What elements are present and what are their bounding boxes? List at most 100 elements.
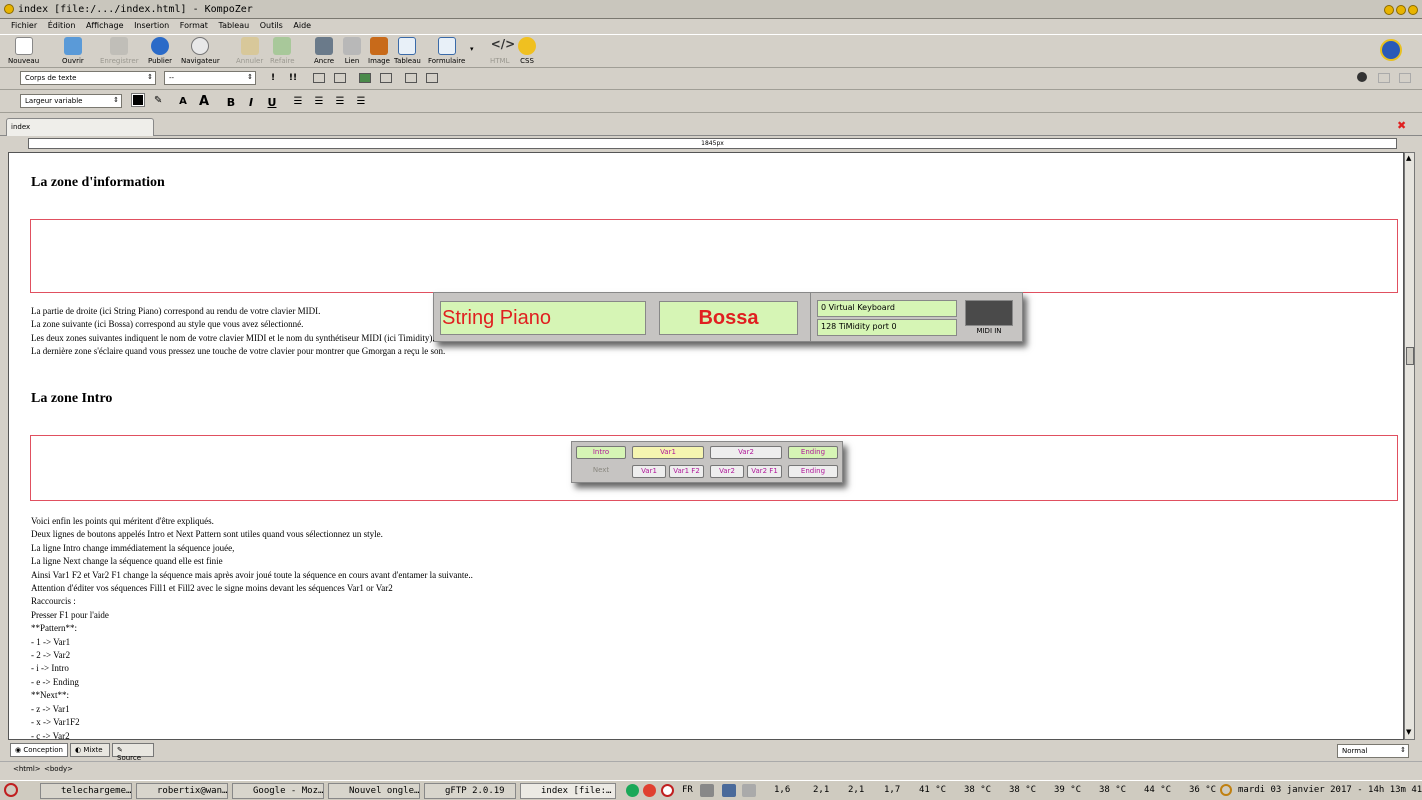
image-button[interactable]: Image <box>368 37 390 65</box>
redo-button[interactable]: Refaire <box>270 37 295 65</box>
menu-edition[interactable]: Édition <box>48 21 76 30</box>
network-icon[interactable] <box>722 784 736 797</box>
editor-canvas[interactable]: La zone d'information String Piano Bossa… <box>8 152 1404 740</box>
intro-image-frame[interactable]: Intro Var1 Var2 Ending Next Var1 Var1 F2… <box>30 435 1398 501</box>
task-firefox[interactable]: Google - Moz… <box>232 783 324 799</box>
menu-format[interactable]: Format <box>180 21 208 30</box>
browser-button[interactable]: Navigateur <box>181 37 220 65</box>
smaller-font-icon[interactable]: A <box>176 96 190 107</box>
eye-icon: ◉ <box>15 746 22 754</box>
window-title: index [file:/.../index.html] - KompoZer <box>18 4 253 15</box>
battery-icon[interactable] <box>742 784 756 797</box>
panel-divider <box>810 293 811 341</box>
highlight-pen-icon[interactable]: ✎ <box>154 95 162 106</box>
menu-outils[interactable]: Outils <box>260 21 283 30</box>
align-right-icon[interactable]: ☰ <box>333 96 347 107</box>
image-icon <box>369 37 388 55</box>
search-icon[interactable] <box>1220 784 1232 796</box>
menu-aide[interactable]: Aide <box>293 21 311 30</box>
link-button[interactable]: Lien <box>343 37 361 65</box>
numbered-list-icon[interactable] <box>313 73 325 83</box>
undo-button[interactable]: Annuler <box>236 37 263 65</box>
bold-icon[interactable]: B <box>224 96 238 109</box>
justify-icon[interactable]: ☰ <box>354 96 368 107</box>
menu-insertion[interactable]: Insertion <box>134 21 169 30</box>
start-menu-icon[interactable] <box>4 783 18 797</box>
html-tag-crumb[interactable]: <html> <box>13 765 41 773</box>
align-right-block-icon[interactable] <box>426 73 438 83</box>
open-button[interactable]: Ouvrir <box>62 37 84 65</box>
tab-conception[interactable]: ◉ Conception <box>10 743 68 757</box>
temp-sensor-4: 39 °C <box>1054 785 1082 795</box>
view-mode-select[interactable]: Normal ⇕ <box>1337 744 1409 758</box>
underline-icon[interactable]: U <box>265 96 279 109</box>
scroll-up-icon[interactable]: ▲ <box>1406 154 1411 162</box>
chrome-launcher-icon[interactable] <box>643 784 656 797</box>
align-left-icon[interactable]: ☰ <box>291 96 305 107</box>
task-chrome[interactable]: Nouvel ongle… <box>328 783 420 799</box>
close-icon[interactable] <box>1408 5 1418 15</box>
align-left-block-icon[interactable] <box>405 73 417 83</box>
class-style-select[interactable]: -- ⇕ <box>164 71 256 85</box>
anchor-button[interactable]: Ancre <box>314 37 334 65</box>
minimize-icon[interactable] <box>1384 5 1394 15</box>
clock-launcher-icon[interactable] <box>661 784 674 797</box>
task-gftp[interactable]: gFTP 2.0.19 <box>424 783 516 799</box>
align-center-icon[interactable]: ☰ <box>312 96 326 107</box>
temp-sensor-3: 38 °C <box>1009 785 1037 795</box>
table-button[interactable]: Tableau <box>394 37 421 65</box>
temp-sensor-5: 38 °C <box>1099 785 1127 795</box>
next-ending-button: Ending <box>788 465 838 478</box>
bullet-list-icon[interactable] <box>334 73 346 83</box>
next-var1f2-button: Var1 F2 <box>669 465 704 478</box>
strong-emphasis-icon[interactable]: ! <box>266 73 280 83</box>
tab-mixte[interactable]: ◐ Mixte <box>70 743 110 757</box>
keyboard-layout[interactable]: FR <box>682 785 693 795</box>
info-image-frame[interactable]: String Piano Bossa 0 Virtual Keyboard 12… <box>30 219 1398 342</box>
tab-index[interactable]: index <box>6 118 154 136</box>
scroll-down-icon[interactable]: ▼ <box>1406 728 1411 736</box>
scrollbar-thumb[interactable] <box>1406 347 1414 365</box>
menu-affichage[interactable]: Affichage <box>86 21 124 30</box>
next-var1-button: Var1 <box>632 465 666 478</box>
new-document-icon <box>14 37 33 55</box>
menu-tableau[interactable]: Tableau <box>219 21 250 30</box>
layer-forward-icon[interactable] <box>1378 73 1390 83</box>
window-titlebar[interactable]: index [file:/.../index.html] - KompoZer <box>0 0 1422 19</box>
font-select[interactable]: Largeur variable ⇕ <box>20 94 122 108</box>
form-button[interactable]: Formulaire <box>428 37 465 65</box>
menu-fichier[interactable]: Fichier <box>11 21 37 30</box>
indent-icon[interactable] <box>380 73 392 83</box>
task-telechargements[interactable]: telechargeme… <box>40 783 132 799</box>
mixed-view-icon: ◐ <box>75 746 82 754</box>
width-ruler: 1845px <box>28 138 1397 149</box>
position-icon[interactable] <box>1357 72 1367 82</box>
outdent-icon[interactable] <box>359 73 371 83</box>
html-button[interactable]: </> HTML <box>490 37 515 65</box>
body-tag-crumb[interactable]: <body> <box>44 765 73 773</box>
form-icon <box>437 37 456 55</box>
text-color-icon[interactable] <box>131 93 145 107</box>
layer-backward-icon[interactable] <box>1399 73 1411 83</box>
publish-button[interactable]: Publier <box>148 37 172 65</box>
paragraph-style-select[interactable]: Corps de texte ⇕ <box>20 71 156 85</box>
close-tab-icon[interactable]: ✖ <box>1397 119 1406 132</box>
clock[interactable]: mardi 03 janvier 2017 - 14h 13m 41s <box>1238 785 1422 795</box>
form-dropdown-icon[interactable]: ▾ <box>470 45 474 53</box>
new-button[interactable]: Nouveau <box>8 37 39 65</box>
italic-icon[interactable]: I <box>244 96 258 109</box>
volume-icon[interactable] <box>700 784 714 797</box>
editor-scrollbar[interactable]: ▲ ▼ <box>1404 152 1415 740</box>
temp-sensor-7: 36 °C <box>1189 785 1217 795</box>
tag-status-bar: <html> <body> <box>0 761 1422 775</box>
app-launcher-icon[interactable] <box>626 784 639 797</box>
css-button[interactable]: CSS <box>518 37 536 65</box>
larger-font-icon[interactable]: A <box>197 94 211 109</box>
maximize-icon[interactable] <box>1396 5 1406 15</box>
tab-source[interactable]: ✎ Source <box>112 743 154 762</box>
task-kompozer[interactable]: index [file:… <box>520 783 616 799</box>
emphasis-icon[interactable]: !! <box>286 73 300 83</box>
intro-description: Voici enfin les points qui méritent d'êt… <box>31 516 473 740</box>
save-button[interactable]: Enregistrer <box>100 37 139 65</box>
task-terminal[interactable]: robertix@wan… <box>136 783 228 799</box>
